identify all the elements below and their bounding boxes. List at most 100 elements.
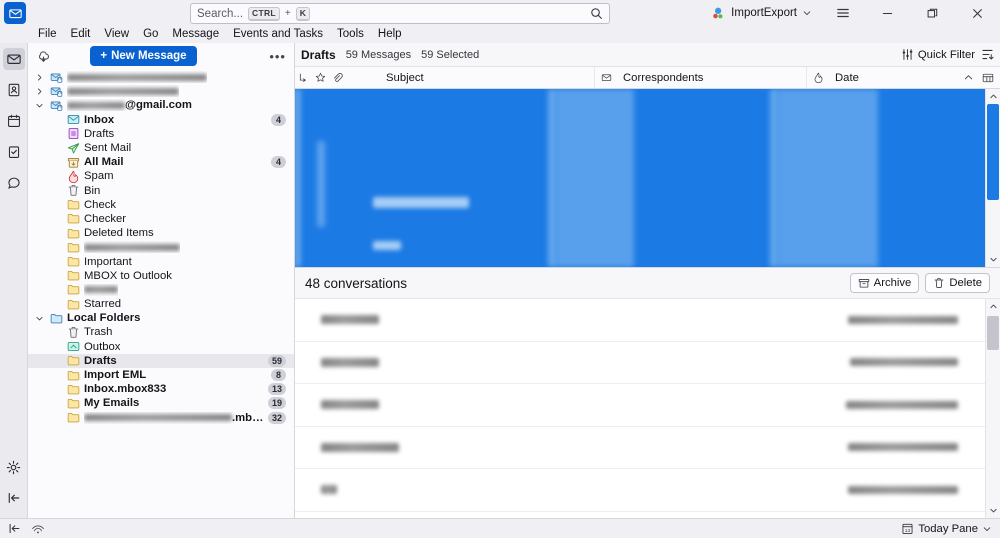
profile-selector[interactable]: ImportExport	[704, 0, 820, 26]
subject-column-header[interactable]: Subject	[346, 67, 595, 88]
starred-column-header[interactable]	[312, 67, 329, 88]
scroll-up-arrow-icon[interactable]	[989, 89, 998, 104]
conversation-list[interactable]	[295, 299, 1000, 518]
conv-scroll-up-arrow-icon[interactable]	[989, 299, 998, 314]
folder-row-local-folders[interactable]: Local Folders	[28, 311, 294, 325]
conversation-row[interactable]	[295, 342, 1000, 384]
folder-row-redacted[interactable]	[28, 70, 294, 84]
global-search[interactable]: Search... CTRL + K	[190, 3, 610, 24]
thread-pane-scrollbar[interactable]	[985, 89, 1000, 267]
folder-label: Drafts	[84, 127, 115, 140]
folder-row-redacted[interactable]	[28, 240, 294, 254]
get-messages-icon[interactable]	[36, 49, 51, 64]
redacted-text	[84, 414, 232, 422]
folder-row-inbox[interactable]: Inbox 4	[28, 113, 294, 127]
display-options-icon[interactable]	[981, 48, 994, 61]
today-pane-button[interactable]: 13 Today Pane	[901, 522, 992, 535]
folder-label: Deleted Items	[84, 227, 154, 240]
menu-file[interactable]: File	[31, 26, 64, 43]
quick-filter-button[interactable]: Quick Filter	[901, 48, 975, 61]
menu-go[interactable]: Go	[136, 26, 165, 43]
delete-button[interactable]: Delete	[925, 273, 990, 293]
folder-icon	[66, 397, 80, 410]
folder-row-my-emails[interactable]: My Emails 19	[28, 396, 294, 410]
folder-row-redacted[interactable]	[28, 84, 294, 98]
trash-icon	[933, 277, 945, 289]
column-picker-icon[interactable]	[982, 72, 994, 84]
folder-row-gmail-com[interactable]: @gmail.com	[28, 98, 294, 112]
conv-scroll-down-arrow-icon[interactable]	[989, 503, 998, 518]
conversation-row[interactable]	[295, 299, 1000, 342]
window-controls-group: ImportExport	[704, 0, 1000, 26]
folder-row-checker[interactable]: Checker	[28, 212, 294, 226]
conversation-sender-redacted	[321, 315, 379, 325]
menu-help[interactable]: Help	[371, 26, 409, 43]
thread-pane[interactable]	[295, 89, 1000, 267]
folder-row-check[interactable]: Check	[28, 198, 294, 212]
folder-row-drafts[interactable]: Drafts	[28, 127, 294, 141]
conversation-row[interactable]	[295, 469, 1000, 512]
conv-scrollbar-track[interactable]	[986, 314, 1000, 503]
folder-row-all-mail[interactable]: All Mail 4	[28, 155, 294, 169]
twisty-expanded-icon[interactable]	[34, 101, 45, 110]
close-button[interactable]	[955, 0, 1000, 26]
conversation-row[interactable]	[295, 427, 1000, 469]
folder-row-outbox[interactable]: Outbox	[28, 340, 294, 354]
folder-row-deleted-items[interactable]: Deleted Items	[28, 226, 294, 240]
conversation-row[interactable]	[295, 384, 1000, 427]
folder-row-drafts[interactable]: Drafts 59	[28, 353, 294, 368]
settings-gear-icon[interactable]	[3, 456, 25, 478]
trash-icon	[66, 184, 80, 197]
spam-column-header[interactable]	[807, 67, 829, 88]
folder-row-spam[interactable]: Spam	[28, 169, 294, 183]
conversation-address-redacted	[848, 443, 958, 452]
conversation-scrollbar[interactable]	[985, 299, 1000, 518]
twisty-collapsed-icon[interactable]	[34, 87, 45, 96]
folder-row-inbox-mbox833[interactable]: Inbox.mbox833 13	[28, 382, 294, 396]
folder-icon	[66, 354, 80, 367]
menu-message[interactable]: Message	[165, 26, 226, 43]
folder-row-redacted[interactable]	[28, 283, 294, 297]
thread-pane-rows-redacted	[295, 89, 1000, 267]
folder-pane-more-button[interactable]: •••	[269, 49, 286, 64]
date-column-header[interactable]: Date	[829, 67, 1000, 88]
search-input[interactable]: Search... CTRL + K	[190, 3, 610, 24]
space-tasks-icon[interactable]	[3, 141, 25, 163]
folder-row-starred[interactable]: Starred	[28, 297, 294, 311]
scrollbar-thumb[interactable]	[987, 104, 999, 200]
scroll-down-arrow-icon[interactable]	[989, 252, 998, 267]
thread-column-header[interactable]	[295, 67, 312, 88]
space-calendar-icon[interactable]	[3, 110, 25, 132]
folder-row-mbox-to-outlook[interactable]: MBOX to Outlook	[28, 269, 294, 283]
menu-view[interactable]: View	[97, 26, 136, 43]
scrollbar-track[interactable]	[986, 104, 1000, 252]
menu-tools[interactable]: Tools	[330, 26, 371, 43]
folder-row-bin[interactable]: Bin	[28, 184, 294, 198]
collapse-rail-icon[interactable]	[3, 487, 25, 509]
space-chat-icon[interactable]	[3, 172, 25, 194]
folder-row-import-eml[interactable]: Import EML 8	[28, 368, 294, 382]
conv-scrollbar-thumb[interactable]	[987, 316, 999, 350]
twisty-collapsed-icon[interactable]	[34, 73, 45, 82]
app-menu-button[interactable]	[820, 0, 865, 26]
unread-column-header[interactable]	[595, 67, 617, 88]
correspondents-column-header[interactable]: Correspondents	[617, 67, 807, 88]
minimize-button[interactable]	[865, 0, 910, 26]
folder-row-important[interactable]: Important	[28, 254, 294, 268]
space-address-book-icon[interactable]	[3, 79, 25, 101]
space-mail-icon[interactable]	[2, 48, 25, 70]
folder-row-trash[interactable]: Trash	[28, 325, 294, 339]
menu-events-and-tasks[interactable]: Events and Tasks	[226, 26, 330, 43]
folder-row-sent-mail[interactable]: Sent Mail	[28, 141, 294, 155]
new-message-button[interactable]: + New Message	[90, 46, 197, 66]
folder-label: Bin	[84, 184, 101, 197]
restore-button[interactable]	[910, 0, 955, 26]
attachment-column-header[interactable]	[329, 67, 346, 88]
message-list-header: Drafts 59 Messages 59 Selected Quick Fil…	[295, 43, 1000, 67]
menu-edit[interactable]: Edit	[64, 26, 98, 43]
folder-row-mbox[interactable]: .mbox 32	[28, 411, 294, 425]
twisty-expanded-icon[interactable]	[34, 314, 45, 323]
collapse-pane-icon[interactable]	[8, 522, 21, 535]
folder-icon	[66, 298, 80, 311]
archive-button[interactable]: Archive	[849, 273, 920, 293]
